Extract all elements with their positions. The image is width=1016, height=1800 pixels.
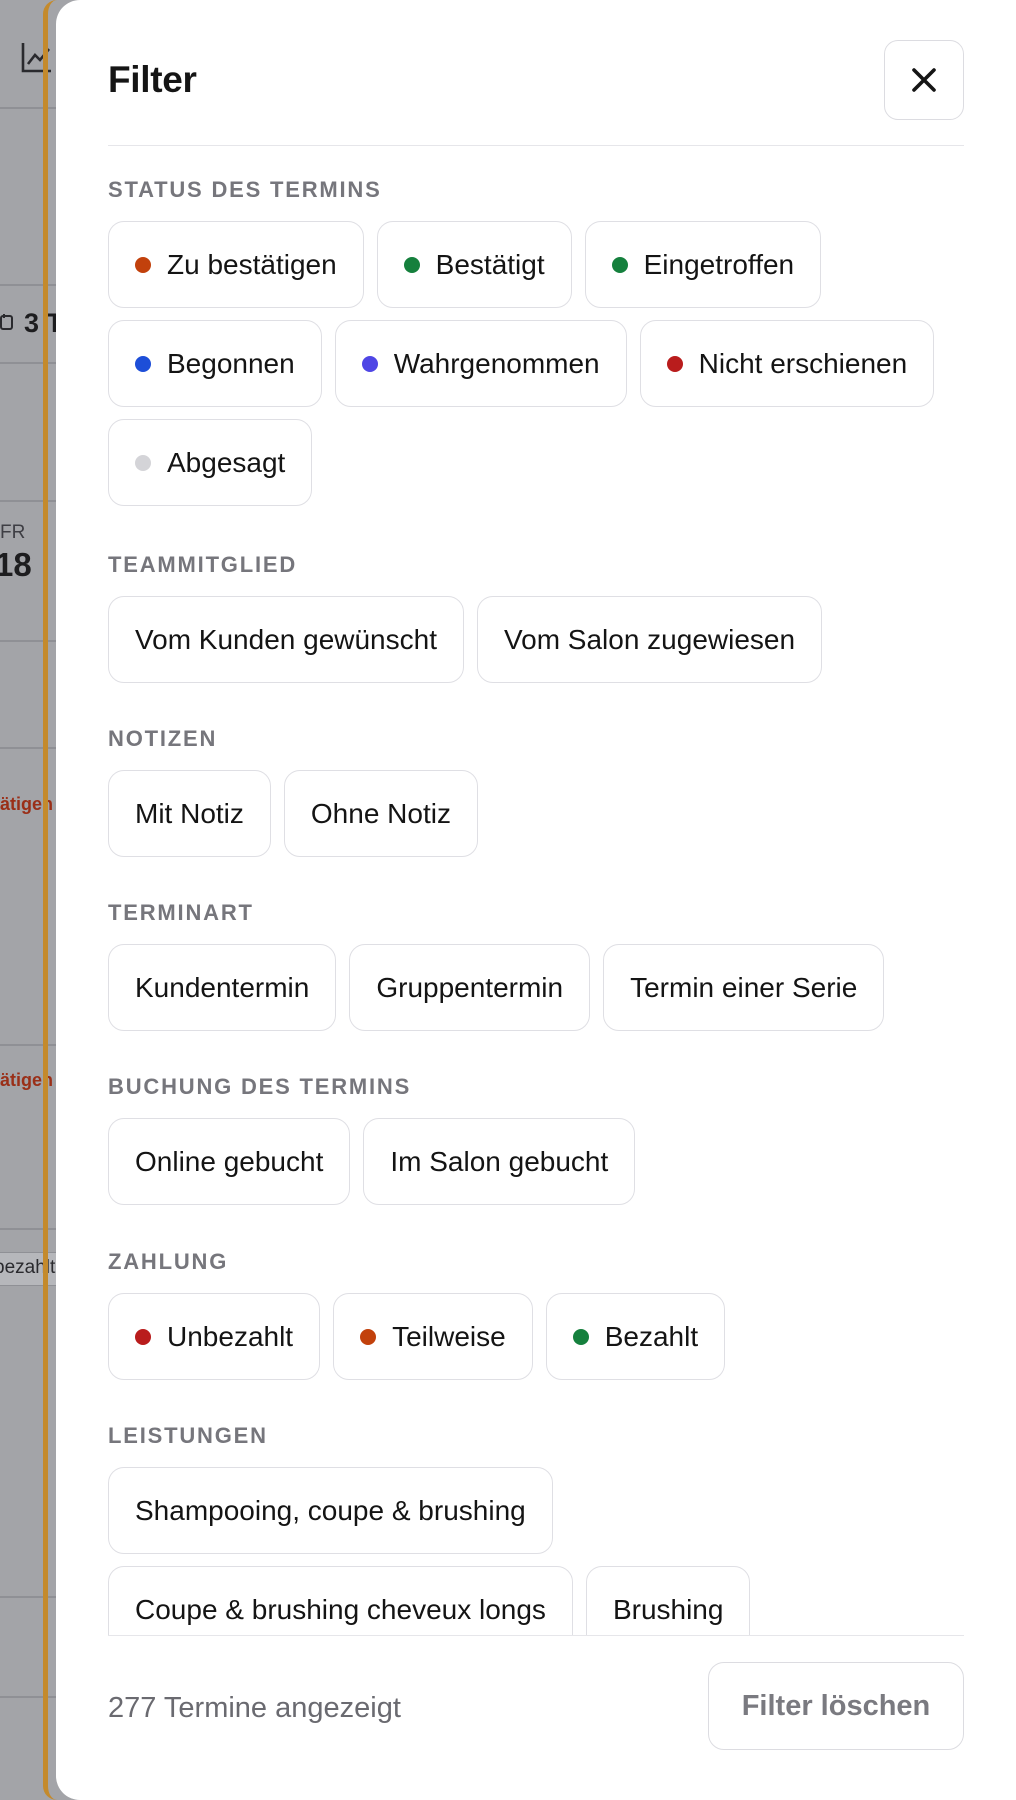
- chip-booked-online[interactable]: Online gebucht: [108, 1118, 351, 1205]
- close-icon: [912, 68, 936, 92]
- section-title: NOTIZEN: [108, 726, 218, 751]
- chip-label: Online gebucht: [135, 1145, 324, 1177]
- bg-weekday: FR: [0, 522, 26, 543]
- chip-label: Wahrgenommen: [393, 347, 600, 379]
- chip-label: Eingetroffen: [643, 248, 795, 280]
- close-button[interactable]: [884, 40, 964, 120]
- chip-client-appointment[interactable]: Kundentermin: [108, 944, 337, 1031]
- section-booking: BUCHUNG DES TERMINS Online gebucht Im Sa…: [108, 1074, 964, 1205]
- chip-label: Teilweise: [392, 1320, 506, 1352]
- chip-status-attended[interactable]: Wahrgenommen: [334, 320, 627, 407]
- chip-service[interactable]: Coupe & brushing cheveux longs: [108, 1566, 573, 1635]
- section-team-member: TEAMMITGLIED Vom Kunden gewünscht Vom Sa…: [108, 552, 964, 683]
- status-dot-icon: [135, 454, 151, 471]
- chip-unpaid[interactable]: Unbezahlt: [108, 1293, 321, 1380]
- chip-label: Bestätigt: [435, 248, 545, 280]
- chip-group: Zu bestätigen Bestätigt Eingetroffen Beg…: [108, 221, 948, 506]
- chip-label: Begonnen: [167, 347, 295, 379]
- drawer-title: Filter: [108, 59, 197, 100]
- drawer-content: Filter STATUS DES TERMINS Zu bestätigen: [108, 0, 964, 1800]
- chip-series-appointment[interactable]: Termin einer Serie: [603, 944, 885, 1031]
- filter-drawer: Filter STATUS DES TERMINS Zu bestätigen: [56, 0, 1016, 1800]
- chip-label: Vom Kunden gewünscht: [135, 623, 437, 655]
- chip-label: Termin einer Serie: [630, 971, 858, 1003]
- status-dot-icon: [135, 256, 151, 273]
- chip-group: Vom Kunden gewünscht Vom Salon zugewiese…: [108, 596, 964, 683]
- chip-label: Vom Salon zugewiesen: [503, 623, 796, 655]
- status-dot-icon: [135, 1328, 151, 1345]
- section-notes: NOTIZEN Mit Notiz Ohne Notiz: [108, 726, 964, 857]
- chip-label: Ohne Notiz: [310, 797, 451, 829]
- section-title: TEAMMITGLIED: [108, 552, 298, 577]
- filter-scroll-area[interactable]: STATUS DES TERMINS Zu bestätigen Bestäti…: [108, 147, 964, 1635]
- chip-service[interactable]: Shampooing, coupe & brushing: [108, 1467, 553, 1554]
- section-title: STATUS DES TERMINS: [108, 177, 382, 202]
- drawer-header: Filter: [108, 0, 964, 146]
- chip-label: Unbezahlt: [167, 1320, 294, 1352]
- status-dot-icon: [572, 1328, 589, 1345]
- status-dot-icon: [611, 256, 628, 273]
- drawer-edge-highlight: [43, 0, 57, 1800]
- chip-status-confirmed[interactable]: Bestätigt: [376, 221, 572, 308]
- chip-label: Nicht erschienen: [698, 347, 908, 379]
- chip-label: Im Salon gebucht: [390, 1145, 609, 1177]
- chip-paid[interactable]: Bezahlt: [545, 1293, 726, 1380]
- status-dot-icon: [135, 355, 151, 372]
- chip-group-appointment[interactable]: Gruppentermin: [349, 944, 591, 1031]
- chip-with-note[interactable]: Mit Notiz: [108, 770, 271, 857]
- chip-group: Online gebucht Im Salon gebucht: [108, 1118, 964, 1205]
- chip-label: Bezahlt: [604, 1320, 699, 1352]
- status-dot-icon: [361, 355, 378, 372]
- clear-filters-button[interactable]: Filter löschen: [708, 1662, 964, 1750]
- appointment-count-text: 277 Termine angezeigt: [108, 1692, 401, 1724]
- chip-label: Abgesagt: [167, 446, 286, 478]
- chip-partial[interactable]: Teilweise: [333, 1293, 533, 1380]
- section-appointment-type: TERMINART Kundentermin Gruppentermin Ter…: [108, 900, 964, 1031]
- chip-label: Zu bestätigen: [167, 248, 337, 280]
- chip-service[interactable]: Brushing: [585, 1566, 751, 1635]
- drawer-footer: 277 Termine angezeigt Filter löschen: [108, 1635, 964, 1800]
- chip-group: Shampooing, coupe & brushing Coupe & bru…: [108, 1467, 808, 1635]
- chip-status-cancelled[interactable]: Abgesagt: [108, 419, 313, 506]
- chip-label: Shampooing, coupe & brushing: [135, 1494, 526, 1526]
- chip-label: Brushing: [612, 1593, 724, 1625]
- chip-label: Kundentermin: [135, 971, 310, 1003]
- chip-group: Unbezahlt Teilweise Bezahlt: [108, 1293, 964, 1380]
- calendar-icon: [0, 314, 13, 330]
- status-dot-icon: [666, 355, 683, 372]
- chip-requested-by-client[interactable]: Vom Kunden gewünscht: [108, 596, 464, 683]
- section-appointment-status: STATUS DES TERMINS Zu bestätigen Bestäti…: [108, 177, 964, 506]
- status-dot-icon: [360, 1328, 377, 1345]
- chip-status-no-show[interactable]: Nicht erschienen: [639, 320, 935, 407]
- chip-status-started[interactable]: Begonnen: [108, 320, 322, 407]
- bg-day-number: 18: [0, 546, 32, 583]
- chip-status-to-confirm[interactable]: Zu bestätigen: [108, 221, 364, 308]
- chip-label: Coupe & brushing cheveux longs: [135, 1593, 546, 1625]
- chip-without-note[interactable]: Ohne Notiz: [283, 770, 478, 857]
- section-title: BUCHUNG DES TERMINS: [108, 1074, 412, 1099]
- chip-assigned-by-salon[interactable]: Vom Salon zugewiesen: [476, 596, 823, 683]
- chip-label: Gruppentermin: [376, 971, 564, 1003]
- chip-label: Mit Notiz: [135, 797, 244, 829]
- section-title: TERMINART: [108, 900, 254, 925]
- section-payment: ZAHLUNG Unbezahlt Teilweise Bezahlt: [108, 1249, 964, 1380]
- section-title: LEISTUNGEN: [108, 1423, 268, 1448]
- status-dot-icon: [403, 256, 420, 273]
- chip-group: Kundentermin Gruppentermin Termin einer …: [108, 944, 964, 1031]
- chip-booked-in-salon[interactable]: Im Salon gebucht: [363, 1118, 636, 1205]
- section-title: ZAHLUNG: [108, 1249, 229, 1274]
- chip-group: Mit Notiz Ohne Notiz: [108, 770, 964, 857]
- section-services: LEISTUNGEN Shampooing, coupe & brushing …: [108, 1423, 964, 1635]
- chip-status-arrived[interactable]: Eingetroffen: [584, 221, 822, 308]
